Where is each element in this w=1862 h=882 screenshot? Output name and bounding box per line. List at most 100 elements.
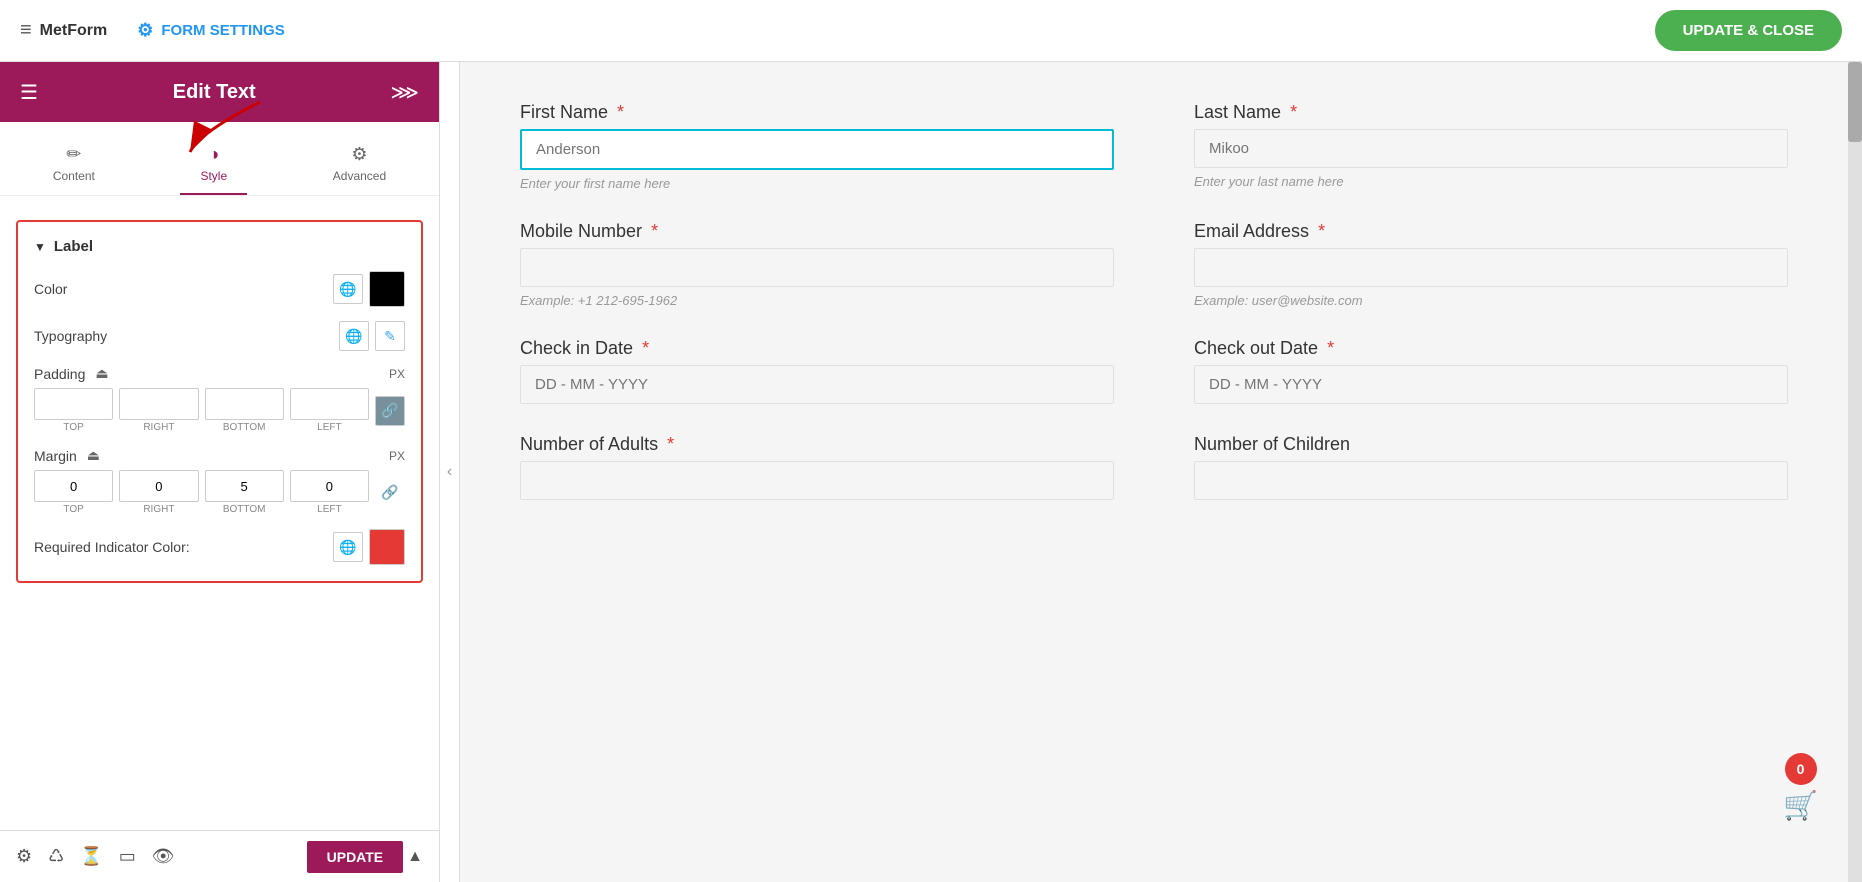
settings-icon[interactable]: ⚙ [16,846,32,867]
typography-row: Typography 🌐 ✎ [34,321,405,351]
form-settings-link[interactable]: ⚙ FORM SETTINGS [137,20,284,41]
tab-advanced-label: Advanced [333,169,386,183]
margin-left-label: LEFT [317,504,341,515]
last-name-input[interactable] [1194,129,1788,168]
scrollbar-thumb[interactable] [1848,62,1862,142]
label-section-title: ▼ Label [34,238,405,255]
padding-label-row: Padding ⏏ PX [34,365,405,382]
mobile-input[interactable] [520,248,1114,287]
top-bar: ≡ MetForm ⚙ FORM SETTINGS UPDATE & CLOSE [0,0,1862,62]
field-email: Email Address * Example: user@website.co… [1194,221,1788,308]
children-input[interactable] [1194,461,1788,500]
mobile-number-label: Mobile Number * [520,221,1114,242]
margin-top-input[interactable]: 0 [34,470,113,502]
check-in-required: * [642,338,649,358]
update-button[interactable]: UPDATE [307,841,404,873]
bottom-toolbar: ⚙ ♺ ⏳ ▭ 👁 UPDATE ▲ [0,830,439,882]
last-name-required: * [1290,102,1297,122]
last-name-hint: Enter your last name here [1194,174,1788,189]
margin-monitor-icon: ⏏ [87,447,100,464]
margin-left-input[interactable]: 0 [290,470,369,502]
label-section: ▼ Label Color 🌐 Typography 🌐 ✎ [16,220,423,583]
required-indicator-row: Required Indicator Color: 🌐 [34,529,405,565]
tab-content[interactable]: ✏ Content [33,136,115,195]
padding-link-button[interactable]: 🔗 [375,396,405,426]
hamburger-icon[interactable]: ☰ [20,80,38,105]
update-arrow-icon[interactable]: ▲ [407,848,423,866]
responsive-icon[interactable]: ▭ [119,846,136,867]
style-icon: ◑ [208,144,219,165]
layers-icon[interactable]: ♺ [48,846,64,867]
tabs: ✏ Content ◑ Style ⚙ Advanced [0,122,439,196]
last-name-label: Last Name * [1194,102,1788,123]
tab-content-label: Content [53,169,95,183]
scrollbar-track[interactable] [1848,62,1862,882]
email-label: Email Address * [1194,221,1788,242]
metform-logo-icon: ≡ [20,19,32,42]
check-out-required: * [1327,338,1334,358]
padding-bottom-input[interactable] [205,388,284,420]
update-close-button[interactable]: UPDATE & CLOSE [1655,10,1842,51]
padding-left-input[interactable] [290,388,369,420]
email-required: * [1318,221,1325,241]
margin-bottom-input[interactable]: 5 [205,470,284,502]
field-adults: Number of Adults * [520,434,1114,500]
email-input[interactable] [1194,248,1788,287]
typography-pencil-button[interactable]: ✎ [375,321,405,351]
cart-icon[interactable]: 🛒 [1783,789,1818,822]
padding-unit[interactable]: PX [389,367,405,381]
adults-input[interactable] [520,461,1114,500]
padding-top-label: TOP [63,422,83,433]
padding-left-label: LEFT [317,422,341,433]
tab-style[interactable]: ◑ Style [180,136,247,195]
check-out-input[interactable] [1194,365,1788,404]
margin-link-button[interactable]: 🔗 [375,478,405,508]
sidebar-collapse-handle[interactable]: ‹ [440,62,460,882]
margin-left-group: 0 LEFT [290,470,369,515]
form-area: First Name * Enter your first name here … [460,62,1848,882]
grid-icon[interactable]: ⋙ [391,80,419,105]
history-icon[interactable]: ⏳ [80,846,102,867]
padding-top-input[interactable] [34,388,113,420]
required-indicator-controls: 🌐 [333,529,405,565]
tabs-wrapper: ✏ Content ◑ Style ⚙ Advanced [0,122,439,196]
color-row: Color 🌐 [34,271,405,307]
required-indicator-label: Required Indicator Color: [34,539,190,555]
required-color-swatch[interactable] [369,529,405,565]
adults-required: * [667,434,674,454]
field-first-name: First Name * Enter your first name here [520,102,1114,191]
color-globe-button[interactable]: 🌐 [333,274,363,304]
eye-icon[interactable]: 👁 [152,846,175,867]
check-in-input[interactable] [520,365,1114,404]
tab-advanced[interactable]: ⚙ Advanced [313,136,406,195]
check-in-label: Check in Date * [520,338,1114,359]
field-last-name: Last Name * Enter your last name here [1194,102,1788,191]
padding-label: Padding [34,366,85,382]
typography-controls: 🌐 ✎ [339,321,405,351]
sidebar-content: ▼ Label Color 🌐 Typography 🌐 ✎ [0,196,439,830]
margin-bottom-group: 5 BOTTOM [205,470,284,515]
color-controls: 🌐 [333,271,405,307]
field-check-in: Check in Date * [520,338,1114,404]
cart-badge: 0 [1785,753,1817,785]
padding-right-input[interactable] [119,388,198,420]
typography-globe-button[interactable]: 🌐 [339,321,369,351]
form-settings-label: FORM SETTINGS [161,22,284,39]
margin-inputs: 0 TOP 0 RIGHT 5 BOTTOM 0 [34,470,405,515]
sidebar-title: Edit Text [173,81,256,104]
margin-top-group: 0 TOP [34,470,113,515]
bottom-toolbar-left: ⚙ ♺ ⏳ ▭ 👁 [16,846,175,867]
children-label: Number of Children [1194,434,1788,455]
first-name-label: First Name * [520,102,1114,123]
metform-logo-text: MetForm [40,22,108,40]
padding-row: Padding ⏏ PX TOP RIGHT [34,365,405,433]
first-name-input[interactable] [520,129,1114,170]
margin-right-input[interactable]: 0 [119,470,198,502]
color-swatch-black[interactable] [369,271,405,307]
collapse-arrow-icon[interactable]: ▼ [34,240,46,254]
margin-label: Margin [34,448,77,464]
margin-bottom-label: BOTTOM [223,504,266,515]
required-globe-button[interactable]: 🌐 [333,532,363,562]
margin-unit[interactable]: PX [389,449,405,463]
padding-right-group: RIGHT [119,388,198,433]
